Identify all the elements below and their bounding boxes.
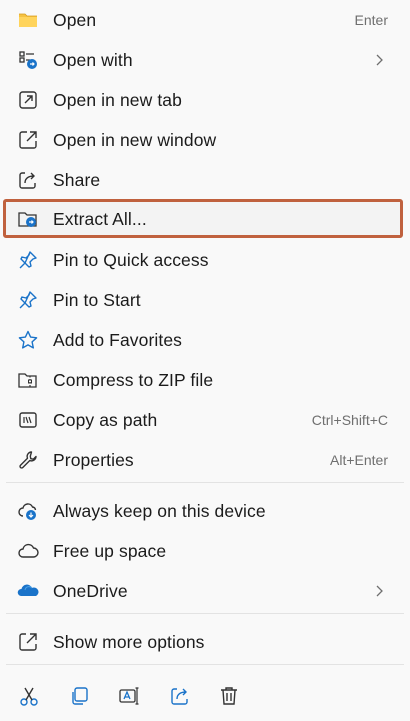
share-icon — [171, 688, 188, 705]
menu-item-open-in-new-window[interactable]: Open in new window — [0, 120, 410, 160]
menu-item-properties[interactable]: Properties Alt+Enter — [0, 440, 410, 480]
delete-button[interactable] — [216, 683, 242, 709]
menu-item-extract-all[interactable]: Extract All... — [0, 199, 410, 239]
copy-button[interactable] — [66, 683, 92, 709]
cut-button[interactable] — [16, 683, 42, 709]
copy-path-icon — [17, 409, 39, 431]
menu-item-label: Properties — [53, 449, 134, 470]
new-window-icon — [17, 129, 39, 151]
menu-item-pin-to-quick-access[interactable]: Pin to Quick access — [0, 240, 410, 280]
pin-icon — [17, 249, 39, 271]
menu-item-label: Free up space — [53, 540, 167, 561]
menu-item-copy-as-path[interactable]: Copy as path Ctrl+Shift+C — [0, 400, 410, 440]
onedrive-icon — [17, 580, 39, 602]
extract-icon — [17, 208, 39, 230]
menu-item-label: Pin to Start — [53, 289, 141, 310]
menu-item-open[interactable]: Open Enter — [0, 0, 410, 40]
menu-item-always-keep-on-device[interactable]: Always keep on this device — [0, 491, 410, 531]
new-tab-icon — [17, 89, 39, 111]
share-button[interactable] — [167, 683, 193, 709]
menu-item-pin-to-start[interactable]: Pin to Start — [0, 280, 410, 320]
menu-item-label: Add to Favorites — [53, 329, 183, 350]
cloud-download-icon — [17, 500, 39, 522]
menu-item-show-more-options[interactable]: Show more options — [0, 622, 410, 662]
menu-item-label: OneDrive — [53, 580, 128, 601]
menu-item-onedrive[interactable]: OneDrive — [0, 571, 410, 611]
delete-icon — [221, 687, 237, 705]
copy-icon — [72, 687, 88, 705]
menu-item-add-to-favorites[interactable]: Add to Favorites — [0, 320, 410, 360]
shortcut-text: Ctrl+Shift+C — [311, 412, 388, 428]
zip-icon — [17, 369, 39, 391]
separator — [6, 664, 404, 665]
menu-item-label: Open in new window — [53, 129, 217, 150]
pin-icon — [17, 289, 39, 311]
show-more-icon — [17, 631, 39, 653]
rename-icon — [119, 687, 139, 705]
shortcut-text: Enter — [354, 12, 388, 28]
context-menu: Open Enter Open with Open in new tab Ope… — [0, 0, 410, 721]
wrench-icon — [17, 449, 39, 471]
open-with-icon — [17, 49, 39, 71]
folder-icon — [17, 9, 39, 31]
menu-item-label: Extract All... — [53, 208, 147, 229]
menu-item-share[interactable]: Share — [0, 160, 410, 200]
menu-item-label: Share — [53, 169, 101, 190]
menu-item-label: Compress to ZIP file — [53, 369, 214, 390]
menu-item-label: Always keep on this device — [53, 500, 266, 521]
star-icon — [17, 329, 39, 351]
menu-item-free-up-space[interactable]: Free up space — [0, 531, 410, 571]
menu-item-label: Open in new tab — [53, 89, 182, 110]
menu-item-label: Open with — [53, 49, 133, 70]
share-icon — [17, 169, 39, 191]
separator — [6, 482, 404, 483]
menu-item-label: Open — [53, 9, 97, 30]
cut-icon — [20, 687, 38, 706]
menu-item-label: Pin to Quick access — [53, 249, 209, 270]
menu-item-label: Copy as path — [53, 409, 158, 430]
menu-item-open-in-new-tab[interactable]: Open in new tab — [0, 80, 410, 120]
shortcut-text: Alt+Enter — [330, 452, 388, 468]
menu-item-open-with[interactable]: Open with — [0, 40, 410, 80]
separator — [6, 613, 404, 614]
menu-item-label: Show more options — [53, 631, 205, 652]
chevron-right-icon — [376, 54, 383, 66]
menu-item-compress-to-zip[interactable]: Compress to ZIP file — [0, 360, 410, 400]
rename-button[interactable] — [116, 683, 142, 709]
cloud-icon — [17, 540, 39, 562]
chevron-right-icon — [376, 585, 383, 597]
